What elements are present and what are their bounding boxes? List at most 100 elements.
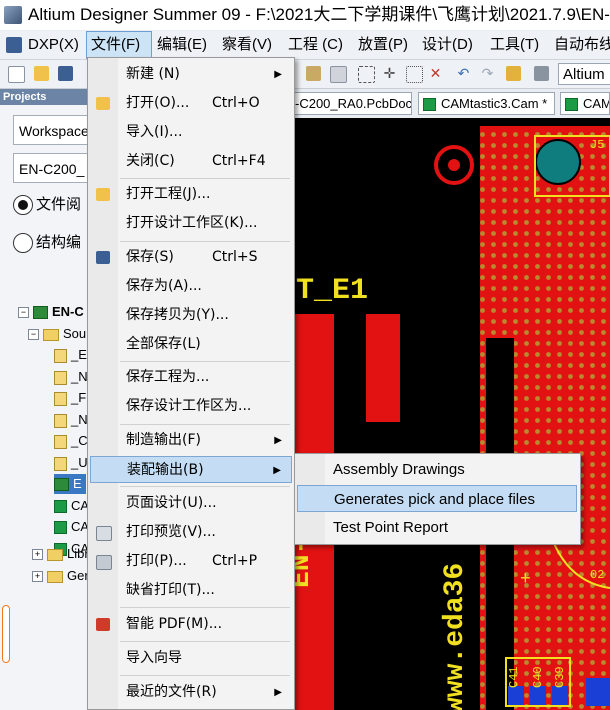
menu-item-recent-files[interactable]: 最近的文件(R) ▶ — [90, 679, 292, 706]
menu-edit[interactable]: 编辑(E) — [153, 31, 211, 59]
paste-icon[interactable] — [306, 66, 321, 81]
library-icon[interactable] — [534, 66, 549, 81]
schematic-doc-icon — [54, 456, 67, 471]
tab-camtastic3[interactable]: CAMtastic3.Cam * — [418, 92, 555, 115]
menu-item-pick-and-place[interactable]: Generates pick and place files — [297, 485, 577, 512]
menu-item-import-wizard[interactable]: 导入向导 — [90, 645, 292, 672]
pcb-project-icon — [33, 306, 48, 320]
tree-item-libraries[interactable]: + Libr — [32, 544, 89, 564]
menu-view[interactable]: 察看(V) — [218, 31, 276, 59]
panel-scroll-handle[interactable] — [2, 605, 10, 663]
collapse-icon[interactable]: − — [28, 329, 39, 341]
menu-item-open-project[interactable]: 打开工程(J)... — [90, 181, 292, 208]
radio-structure-view[interactable]: 结构编 — [13, 231, 81, 254]
tab-cam[interactable]: CAM — [560, 92, 610, 115]
radio-unchecked-icon[interactable] — [13, 233, 33, 254]
menu-item-shortcut: Ctrl+P — [212, 553, 258, 569]
altium-window: Altium Designer Summer 09 - F:\2021大二下学期… — [0, 0, 610, 710]
menu-project[interactable]: 工程 (C) — [284, 31, 347, 59]
title-bar: Altium Designer Summer 09 - F:\2021大二下学期… — [0, 0, 610, 30]
menu-item-import[interactable]: 导入(I)... — [90, 119, 292, 146]
menu-item-label: 新建 (N) — [126, 66, 180, 82]
clear-icon[interactable]: ✕ — [428, 66, 443, 81]
undo-icon[interactable]: ↶ — [456, 66, 471, 81]
menu-item-save-workspace-as[interactable]: 保存设计工作区为... — [90, 393, 292, 420]
menu-item-assembly-drawings[interactable]: Assembly Drawings — [297, 456, 577, 483]
menu-item-open[interactable]: 打开(O)... Ctrl+O — [90, 90, 292, 117]
menu-item-print-preview[interactable]: 打印预览(V)... — [90, 519, 292, 546]
menu-item-close[interactable]: 关闭(C) Ctrl+F4 — [90, 148, 292, 175]
radio-file-view[interactable]: 文件阅 — [13, 193, 82, 216]
menu-item-shortcut: Ctrl+S — [212, 249, 258, 265]
menu-item-fabrication-outputs[interactable]: 制造输出(F) ▶ — [90, 427, 292, 454]
menu-item-print[interactable]: 打印(P)... Ctrl+P — [90, 548, 292, 575]
tree-item-label: _N — [71, 412, 88, 427]
tree-item-doc[interactable]: _N — [54, 410, 88, 430]
menu-item-smart-pdf[interactable]: 智能 PDF(M)... — [90, 611, 292, 638]
tree-item-doc[interactable]: _F — [54, 388, 86, 408]
highlight-icon[interactable] — [506, 66, 521, 81]
document-tab-strip: -C200_RA0.PcbDoc CAMtastic3.Cam * CAM — [290, 91, 610, 117]
tree-item-project[interactable]: − EN-C — [18, 302, 84, 322]
tree-item-cam[interactable]: CA — [54, 517, 89, 537]
menu-item-label: 保存拷贝为(Y)... — [126, 307, 229, 323]
expand-icon[interactable]: + — [32, 549, 43, 561]
menu-item-save-as[interactable]: 保存为(A)... — [90, 273, 292, 300]
tree-item-doc[interactable]: _U — [54, 453, 88, 473]
silk-label-02: 02 — [590, 568, 605, 582]
menu-item-label: 打开工程(J)... — [126, 186, 211, 202]
submenu-arrow-icon: ▶ — [274, 69, 282, 80]
altium-field[interactable]: Altium — [558, 63, 610, 85]
menu-item-label: 打印预览(V)... — [126, 524, 216, 540]
tree-item-doc[interactable]: _N — [54, 367, 88, 387]
menu-item-save-project-as[interactable]: 保存工程为... — [90, 364, 292, 391]
tree-item-doc[interactable]: _E — [54, 345, 87, 365]
menu-item-shortcut: Ctrl+F4 — [212, 153, 266, 169]
menu-item-new[interactable]: 新建 (N) ▶ — [90, 61, 292, 88]
menu-dxp[interactable]: DXP(X) — [24, 31, 83, 59]
tree-item-source[interactable]: − Sou — [28, 324, 86, 344]
menu-item-assembly-outputs[interactable]: 装配输出(B) ▶ — [90, 456, 292, 483]
menu-item-save-all[interactable]: 全部保存(L) — [90, 331, 292, 358]
tab-pcbdoc[interactable]: -C200_RA0.PcbDoc — [290, 92, 412, 115]
menu-place[interactable]: 放置(P) — [354, 31, 412, 59]
menu-item-label: 保存设计工作区为... — [126, 398, 252, 414]
deselect-icon[interactable] — [406, 66, 423, 83]
new-doc-icon[interactable] — [8, 66, 25, 83]
menu-item-open-workspace[interactable]: 打开设计工作区(K)... — [90, 210, 292, 237]
menu-design[interactable]: 设计(D) — [418, 31, 477, 59]
menu-item-save[interactable]: 保存(S) Ctrl+S — [90, 244, 292, 271]
pcb-canvas[interactable]: T_E1 EN-C200 www.eda36 C41 C40 C39 J5 02… — [290, 118, 610, 710]
tab-label: CAM — [583, 96, 610, 111]
open-project-icon — [96, 188, 110, 201]
menu-separator — [120, 424, 290, 425]
menu-item-save-copy-as[interactable]: 保存拷贝为(Y)... — [90, 302, 292, 329]
tree-item-doc[interactable]: _C — [54, 431, 88, 451]
radio-file-view-label: 文件阅 — [36, 196, 82, 213]
open-folder-icon[interactable] — [34, 66, 49, 81]
menu-item-label: 导入(I)... — [126, 124, 183, 140]
expand-icon[interactable]: + — [32, 571, 43, 583]
menu-separator — [120, 607, 290, 608]
silk-label-c41: C41 — [507, 666, 521, 688]
menu-autoroute[interactable]: 自动布线 — [550, 31, 610, 59]
smd-pad — [586, 678, 610, 706]
tree-item-label: _U — [71, 455, 88, 470]
tree-item-pcb-selected[interactable]: E — [54, 474, 86, 494]
menu-tools[interactable]: 工具(T) — [486, 31, 543, 59]
move-icon[interactable]: ✛ — [382, 66, 397, 81]
redo-icon[interactable]: ↷ — [480, 66, 495, 81]
tree-item-generated[interactable]: + Ger — [32, 566, 89, 586]
menu-item-test-point-report[interactable]: Test Point Report — [297, 514, 577, 541]
menu-file[interactable]: 文件(F) — [86, 31, 152, 59]
select-rect-icon[interactable] — [358, 66, 375, 83]
menu-item-label: Generates pick and place files — [334, 491, 535, 508]
tab-label: CAMtastic3.Cam * — [441, 96, 548, 111]
tree-item-cam[interactable]: CA — [54, 496, 89, 516]
menu-item-page-setup[interactable]: 页面设计(U)... — [90, 490, 292, 517]
collapse-icon[interactable]: − — [18, 307, 29, 319]
save-icon[interactable] — [58, 66, 73, 81]
radio-checked-icon[interactable] — [13, 195, 33, 216]
copy-icon[interactable] — [330, 66, 347, 83]
menu-item-default-print[interactable]: 缺省打印(T)... — [90, 577, 292, 604]
